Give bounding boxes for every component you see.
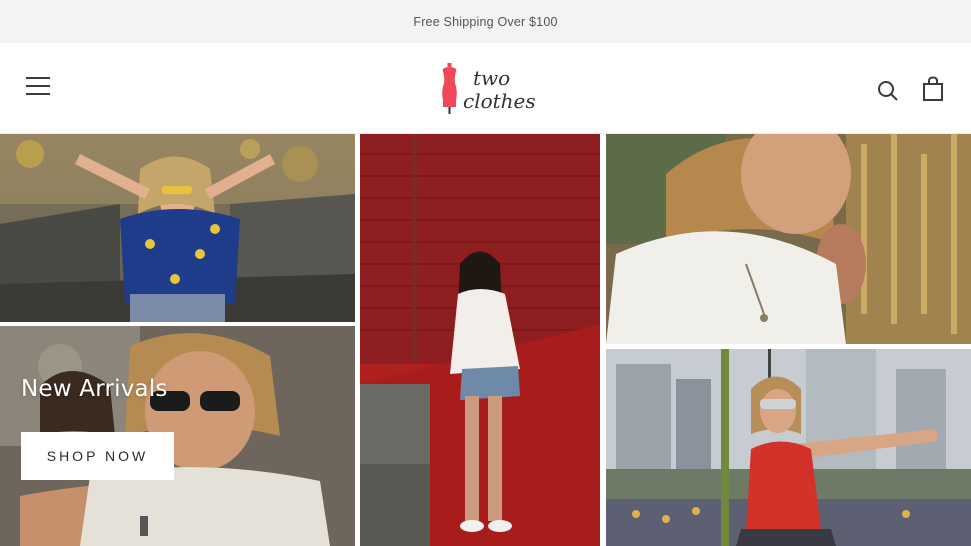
logo-line-1: two — [473, 66, 511, 90]
hamburger-icon-line — [26, 85, 50, 87]
hamburger-icon-line — [26, 93, 50, 95]
gallery-image-man-white-shirt[interactable] — [606, 134, 971, 344]
logo-wordmark: two clothes — [463, 67, 536, 113]
hero-gallery: New Arrivals SHOP NOW — [0, 134, 971, 546]
gallery-image-man-white-shirt-art — [606, 134, 971, 344]
gallery-image-model-red-brick-wall-art — [360, 134, 600, 546]
shopping-bag-icon — [923, 76, 943, 101]
dress-form-icon — [442, 63, 457, 114]
gallery-image-woman-pointing-amusement-park-art — [606, 349, 971, 546]
logo-line-2: clothes — [463, 89, 536, 113]
gallery-image-model-red-brick-wall[interactable] — [360, 134, 600, 546]
cart-button[interactable] — [921, 76, 945, 102]
hamburger-menu-button[interactable] — [24, 77, 52, 99]
shop-now-button[interactable]: SHOP NOW — [21, 432, 174, 480]
site-header: two clothes — [0, 43, 971, 134]
search-icon — [878, 81, 898, 101]
gallery-image-model-yellow-sunglasses[interactable] — [0, 134, 355, 322]
announcement-text: Free Shipping Over $100 — [413, 14, 558, 29]
announcement-bar: Free Shipping Over $100 — [0, 0, 971, 43]
hamburger-icon-line — [26, 77, 50, 79]
search-button[interactable] — [876, 79, 900, 103]
gallery-image-model-yellow-sunglasses-art — [0, 134, 355, 322]
gallery-image-woman-pointing-amusement-park[interactable] — [606, 349, 971, 546]
hero-title: New Arrivals — [21, 376, 168, 402]
site-logo[interactable]: two clothes — [436, 61, 546, 117]
